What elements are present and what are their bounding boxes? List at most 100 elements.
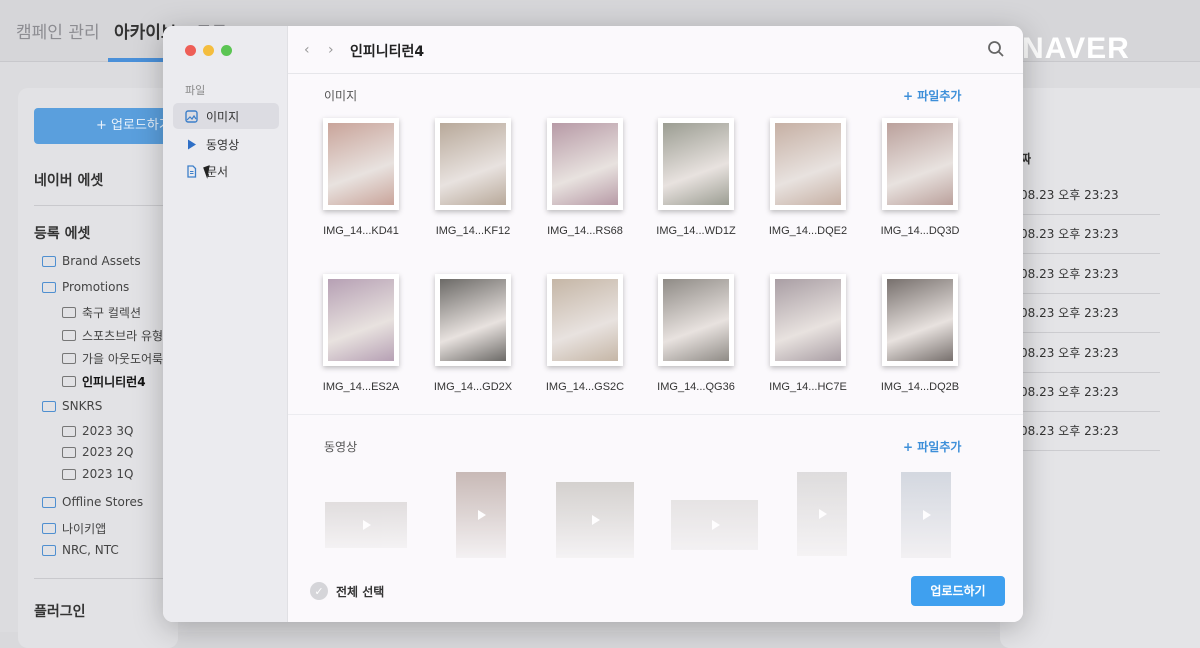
- folder-label: 나이키앱: [62, 522, 107, 536]
- image-filename: IMG_14...WD1Z: [656, 225, 736, 237]
- sidebar-title: 파일: [185, 84, 206, 97]
- image-thumbnail[interactable]: [547, 274, 623, 366]
- folder-item[interactable]: SNKRS: [42, 399, 102, 413]
- folder-item[interactable]: 2023 1Q: [62, 467, 133, 481]
- video-thumbnail[interactable]: [556, 482, 634, 558]
- section-divider: [288, 414, 1023, 415]
- folder-item[interactable]: 인피니티런4: [62, 373, 146, 390]
- image-thumbnail[interactable]: [658, 118, 734, 210]
- table-row[interactable]: 08.23 오후 23:23: [1020, 255, 1160, 294]
- image-thumbnail[interactable]: [323, 118, 399, 210]
- folder-label: 인피니티런4: [82, 375, 146, 389]
- image-filename: IMG_14...DQE2: [768, 225, 848, 237]
- folder-item[interactable]: 2023 2Q: [62, 445, 133, 459]
- naver-assets-heading[interactable]: 네이버 에셋: [34, 170, 103, 190]
- image-thumbnail[interactable]: [882, 118, 958, 210]
- table-row[interactable]: 08.23 오후 23:23: [1020, 334, 1160, 373]
- folder-item[interactable]: 가을 아웃도어룩: [62, 350, 163, 367]
- image-thumbnail[interactable]: [323, 274, 399, 366]
- divider: [34, 205, 164, 206]
- sidebar-item-videos[interactable]: 동영상: [173, 131, 279, 157]
- video-thumbnail[interactable]: [671, 500, 758, 550]
- folder-label: Promotions: [62, 280, 130, 294]
- folder-icon: [42, 496, 56, 508]
- image-thumbnail[interactable]: [547, 118, 623, 210]
- table-row[interactable]: 08.23 오후 23:23: [1020, 412, 1160, 452]
- folder-icon: [62, 425, 76, 437]
- image-filename: IMG_14...HC7E: [769, 381, 847, 393]
- image-icon: [185, 109, 198, 123]
- search-icon[interactable]: [987, 40, 1005, 58]
- table-row[interactable]: 08.23 오후 23:23: [1020, 215, 1160, 255]
- image-thumbnail[interactable]: [435, 274, 511, 366]
- image-preview: [887, 123, 953, 205]
- folder-icon: [62, 307, 76, 318]
- image-preview: [663, 279, 729, 361]
- folder-label: 스포츠브라 유형: [82, 329, 164, 343]
- image-thumbnail[interactable]: [882, 274, 958, 366]
- folder-icon: [62, 353, 76, 364]
- file-picker-modal: 파일 이미지 동영상 문서 ‹ › 인피니티런4 이미지 + 파일추가 IMG_…: [163, 26, 1023, 622]
- folder-icon: [42, 255, 56, 267]
- image-preview: [552, 123, 618, 205]
- folder-icon: [42, 400, 56, 412]
- image-thumbnail[interactable]: [770, 274, 846, 366]
- folder-item[interactable]: 나이키앱: [42, 520, 106, 537]
- image-filename: IMG_14...RS68: [547, 225, 623, 237]
- folder-item[interactable]: 축구 컬렉션: [62, 304, 141, 321]
- image-filename: IMG_14...QG36: [657, 381, 735, 393]
- image-thumbnail[interactable]: [435, 118, 511, 210]
- image-filename: IMG_14...DQ2B: [880, 381, 960, 393]
- video-thumbnail[interactable]: [456, 472, 506, 558]
- add-video-button[interactable]: + 파일추가: [903, 438, 961, 455]
- sidebar-item-label: 이미지: [206, 109, 240, 124]
- back-arrow-icon[interactable]: ‹: [304, 42, 310, 58]
- modal-title: 인피니티런4: [350, 44, 425, 60]
- image-filename: IMG_14...KD41: [323, 225, 399, 237]
- select-all-checkbox[interactable]: ✓: [310, 582, 328, 600]
- image-preview: [887, 279, 953, 361]
- tab-campaign[interactable]: 캠페인 관리: [16, 18, 100, 43]
- folder-label: SNKRS: [62, 399, 103, 413]
- video-thumbnail[interactable]: [901, 472, 951, 558]
- image-thumbnail[interactable]: [770, 118, 846, 210]
- image-filename: IMG_14...KF12: [435, 225, 511, 237]
- play-icon: [188, 139, 196, 149]
- maximize-window-button[interactable]: [221, 45, 232, 56]
- play-icon: [592, 515, 600, 525]
- close-window-button[interactable]: [185, 45, 196, 56]
- folder-item[interactable]: 스포츠브라 유형: [62, 327, 163, 344]
- upload-button[interactable]: + 업로드하기: [34, 108, 174, 144]
- folder-item[interactable]: Brand Assets: [42, 254, 141, 268]
- folder-item[interactable]: Offline Stores: [42, 495, 143, 509]
- forward-arrow-icon[interactable]: ›: [328, 42, 334, 58]
- video-thumbnail[interactable]: [325, 502, 407, 548]
- folder-item[interactable]: 2023 3Q: [62, 424, 133, 438]
- minimize-window-button[interactable]: [203, 45, 214, 56]
- add-image-button[interactable]: + 파일추가: [903, 87, 961, 104]
- table-row[interactable]: 08.23 오후 23:23: [1020, 176, 1160, 215]
- table-row[interactable]: 08.23 오후 23:23: [1020, 294, 1160, 334]
- folder-icon: [62, 376, 76, 387]
- image-filename: IMG_14...GS2C: [545, 381, 625, 393]
- table-row[interactable]: 08.23 오후 23:23: [1020, 373, 1160, 412]
- video-thumbnail[interactable]: [797, 472, 847, 556]
- folder-icon: [62, 330, 76, 341]
- videos-section-label: 동영상: [324, 440, 358, 454]
- upload-button[interactable]: 업로드하기: [911, 576, 1005, 606]
- image-thumbnail[interactable]: [658, 274, 734, 366]
- folder-label: Offline Stores: [62, 495, 144, 509]
- folder-label: 가을 아웃도어룩: [82, 352, 164, 366]
- folder-item[interactable]: Promotions: [42, 280, 129, 294]
- sidebar-item-images[interactable]: 이미지: [173, 103, 279, 129]
- folder-icon: [62, 468, 76, 480]
- images-section-label: 이미지: [324, 89, 358, 103]
- folder-item[interactable]: NRC, NTC: [42, 543, 119, 557]
- select-all-label[interactable]: 전체 선택: [336, 583, 384, 600]
- registered-assets-heading[interactable]: 등록 에셋: [34, 223, 90, 243]
- folder-label: 2023 2Q: [82, 445, 134, 459]
- folder-label: 축구 컬렉션: [82, 306, 142, 320]
- folder-label: 2023 1Q: [82, 467, 134, 481]
- sidebar-item-documents[interactable]: 문서: [173, 158, 279, 184]
- plugin-heading[interactable]: 플러그인: [34, 601, 86, 621]
